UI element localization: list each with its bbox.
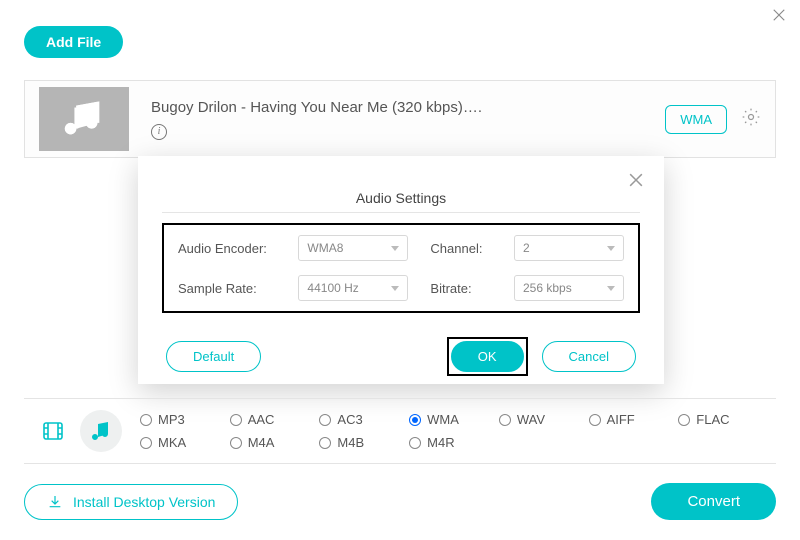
bitrate-label: Bitrate: [430, 281, 492, 296]
audio-mode-button[interactable] [80, 410, 122, 452]
music-notes-icon [61, 96, 107, 142]
format-label: AAC [248, 412, 275, 427]
channel-select[interactable]: 2 [514, 235, 624, 261]
format-label: M4R [427, 435, 454, 450]
format-option-aiff[interactable]: AIFF [589, 412, 679, 427]
formats-bar: MP3 AAC AC3 WMA WAV AIFF FLAC MKA M4A M4B M4R [24, 398, 776, 464]
radio-icon [678, 414, 690, 426]
chevron-down-icon [391, 286, 399, 291]
format-label: WAV [517, 412, 545, 427]
modal-title: Audio Settings [162, 190, 640, 206]
format-badge[interactable]: WMA [665, 105, 727, 134]
format-label: WMA [427, 412, 459, 427]
video-mode-button[interactable] [32, 410, 74, 452]
channel-label: Channel: [430, 241, 492, 256]
install-label: Install Desktop Version [73, 494, 215, 510]
format-option-mka[interactable]: MKA [140, 435, 230, 450]
ok-button[interactable]: OK [451, 341, 524, 372]
format-option-ac3[interactable]: AC3 [319, 412, 409, 427]
page-close-button[interactable] [770, 6, 788, 29]
close-icon [626, 170, 646, 190]
format-list: MP3 AAC AC3 WMA WAV AIFF FLAC MKA M4A M4B M4R [140, 412, 768, 450]
radio-icon [499, 414, 511, 426]
bitrate-select[interactable]: 256 kbps [514, 275, 624, 301]
convert-button[interactable]: Convert [651, 483, 776, 520]
music-note-icon [89, 419, 113, 443]
format-label: MP3 [158, 412, 185, 427]
chevron-down-icon [607, 286, 615, 291]
format-option-m4r[interactable]: M4R [409, 435, 499, 450]
sample-rate-value: 44100 Hz [307, 281, 358, 295]
radio-icon [589, 414, 601, 426]
gear-icon [741, 107, 761, 127]
film-icon [41, 419, 65, 443]
sample-rate-label: Sample Rate: [178, 281, 276, 296]
format-label: FLAC [696, 412, 729, 427]
chevron-down-icon [391, 246, 399, 251]
format-option-mp3[interactable]: MP3 [140, 412, 230, 427]
format-label: MKA [158, 435, 186, 450]
format-label: AC3 [337, 412, 362, 427]
radio-icon [319, 414, 331, 426]
chevron-down-icon [607, 246, 615, 251]
settings-grid: Audio Encoder: WMA8 Channel: 2 Sample Ra… [162, 223, 640, 313]
radio-icon [230, 414, 242, 426]
format-option-m4b[interactable]: M4B [319, 435, 409, 450]
bitrate-value: 256 kbps [523, 281, 572, 295]
sample-rate-select[interactable]: 44100 Hz [298, 275, 408, 301]
file-thumbnail [39, 87, 129, 151]
channel-value: 2 [523, 241, 530, 255]
format-label: M4A [248, 435, 275, 450]
format-option-wma[interactable]: WMA [409, 412, 499, 427]
file-meta: Bugoy Drilon - Having You Near Me (320 k… [151, 99, 665, 140]
radio-icon [140, 437, 152, 449]
format-option-flac[interactable]: FLAC [678, 412, 768, 427]
format-option-m4a[interactable]: M4A [230, 435, 320, 450]
radio-icon [230, 437, 242, 449]
ok-highlight-box: OK [447, 337, 528, 376]
file-row: Bugoy Drilon - Having You Near Me (320 k… [24, 80, 776, 158]
encoder-label: Audio Encoder: [178, 241, 276, 256]
audio-settings-modal: Audio Settings Audio Encoder: WMA8 Chann… [138, 156, 664, 384]
radio-icon [319, 437, 331, 449]
encoder-select[interactable]: WMA8 [298, 235, 408, 261]
format-option-aac[interactable]: AAC [230, 412, 320, 427]
format-option-wav[interactable]: WAV [499, 412, 589, 427]
install-desktop-button[interactable]: Install Desktop Version [24, 484, 238, 520]
add-file-button[interactable]: Add File [24, 26, 123, 58]
encoder-value: WMA8 [307, 241, 343, 255]
download-icon [47, 494, 63, 510]
format-label: M4B [337, 435, 364, 450]
radio-icon [140, 414, 152, 426]
info-icon[interactable]: i [151, 124, 167, 140]
close-icon [770, 6, 788, 24]
file-title: Bugoy Drilon - Having You Near Me (320 k… [151, 99, 665, 116]
format-label: AIFF [607, 412, 635, 427]
settings-gear-button[interactable] [741, 107, 761, 132]
radio-icon [409, 437, 421, 449]
default-button[interactable]: Default [166, 341, 261, 372]
cancel-button[interactable]: Cancel [542, 341, 636, 372]
divider [162, 212, 640, 213]
radio-icon [409, 414, 421, 426]
modal-close-button[interactable] [626, 170, 646, 195]
